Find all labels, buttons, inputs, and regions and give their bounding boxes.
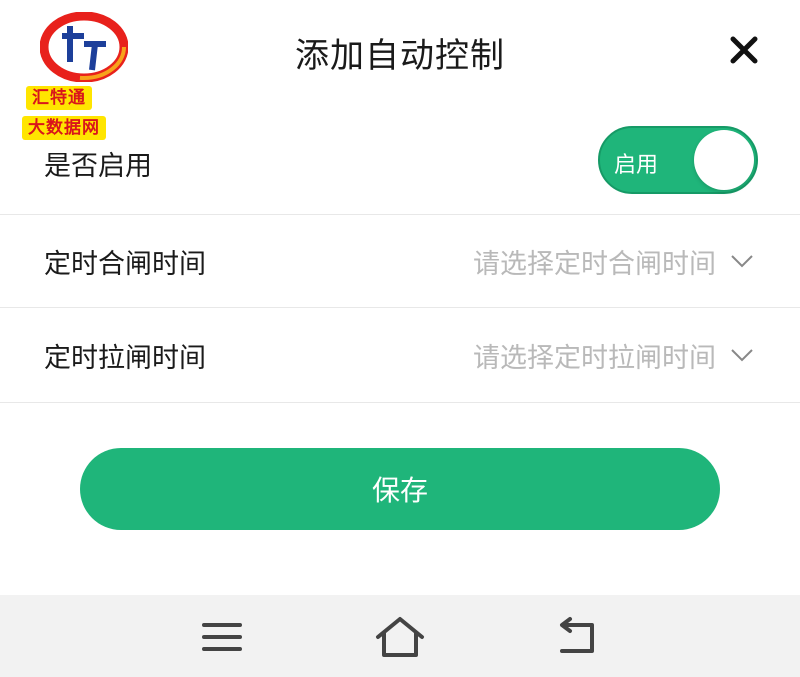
open-time-picker[interactable]: 请选择定时拉闸时间 [473,336,754,375]
enable-toggle-text: 启用 [614,153,659,178]
chevron-down-icon [731,349,753,362]
close-time-placeholder: 请选择定时合闸时间 [473,248,716,280]
close-time-row[interactable]: 定时合闸时间 请选择定时合闸时间 [0,214,800,307]
menu-icon [202,623,242,651]
home-icon [376,617,424,657]
page-title: 添加自动控制 [295,36,505,76]
close-button[interactable] [728,34,760,66]
save-button[interactable]: 保存 [80,448,720,530]
nav-menu-button[interactable] [198,615,246,659]
nav-home-button[interactable] [374,615,424,659]
open-time-placeholder: 请选择定时拉闸时间 [473,342,716,374]
brand-logo-line1: 汇特通 [26,86,92,110]
close-time-picker[interactable]: 请选择定时合闸时间 [473,242,754,281]
chevron-down-icon [731,255,753,268]
system-navbar [0,595,800,677]
nav-back-button[interactable] [552,615,600,659]
close-time-label: 定时合闸时间 [44,248,206,280]
enable-toggle[interactable]: 启用 [598,126,758,194]
enable-row: 是否启用 启用 [0,120,800,214]
back-icon [560,617,594,653]
close-icon [730,36,758,64]
open-time-label: 定时拉闸时间 [44,342,206,374]
enable-label: 是否启用 [44,151,152,182]
open-time-row[interactable]: 定时拉闸时间 请选择定时拉闸时间 [0,307,800,403]
save-button-label: 保存 [371,474,428,507]
toggle-knob [694,130,754,190]
